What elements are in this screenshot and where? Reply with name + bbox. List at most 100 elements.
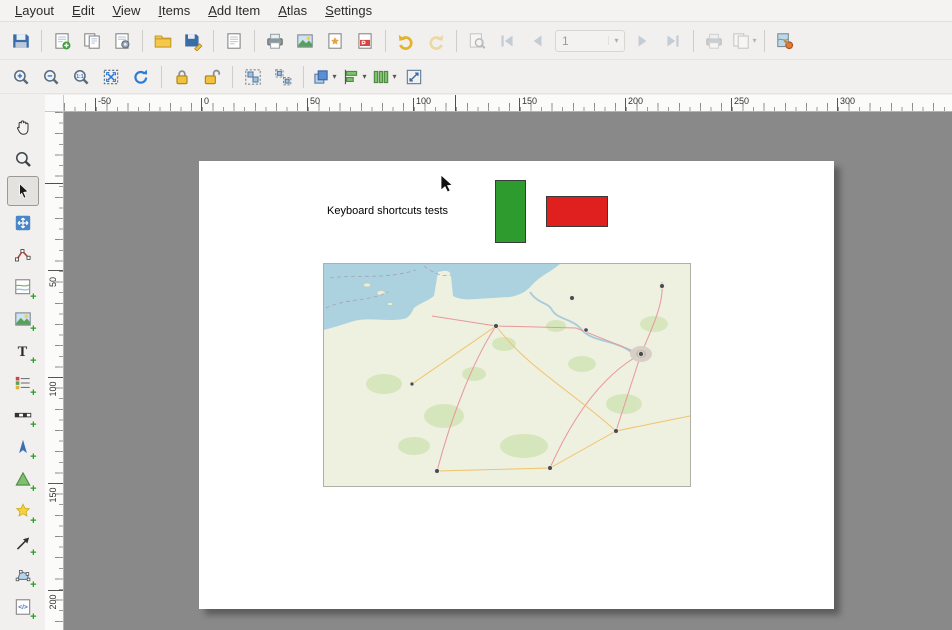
save-template-icon — [183, 31, 203, 51]
svg-text:T: T — [17, 344, 27, 360]
image-icon — [295, 31, 315, 51]
green-rectangle-item[interactable] — [495, 180, 526, 243]
folder-icon — [153, 31, 173, 51]
menu-items[interactable]: Items — [149, 1, 199, 20]
plus-badge-icon: + — [30, 580, 36, 590]
align-items-button[interactable]: ▾ — [339, 63, 369, 91]
separator — [456, 30, 457, 52]
atlas-last-button — [658, 27, 688, 55]
horizontal-ruler[interactable]: -50 0 50 100 150 200 250 300 — [64, 95, 952, 112]
add-label-button[interactable]: T+ — [7, 336, 39, 366]
add-map-button[interactable]: + — [7, 272, 39, 302]
unlock-all-button[interactable] — [197, 63, 227, 91]
ruler-label: 0 — [204, 96, 209, 106]
select-move-item-tool-button[interactable] — [7, 176, 39, 206]
label-item[interactable]: Keyboard shortcuts tests — [327, 205, 448, 217]
save-as-template-button[interactable] — [178, 27, 208, 55]
layout-page[interactable]: Keyboard shortcuts tests — [199, 161, 834, 609]
add-north-arrow-button[interactable]: + — [7, 432, 39, 462]
plus-badge-icon: + — [30, 420, 36, 430]
plus-badge-icon: + — [30, 484, 36, 494]
ruler-tick — [413, 98, 414, 111]
menu-settings[interactable]: Settings — [316, 1, 381, 20]
menu-edit[interactable]: Edit — [63, 1, 103, 20]
zoom-out-icon — [41, 67, 61, 87]
add-picture-button[interactable]: + — [7, 304, 39, 334]
menu-layout[interactable]: Layout — [6, 1, 63, 20]
add-html-button[interactable]: </>+ — [7, 592, 39, 622]
pan-tool-button[interactable] — [7, 112, 39, 142]
menu-atlas[interactable]: Atlas — [269, 1, 316, 20]
plus-badge-icon: + — [30, 516, 36, 526]
plus-badge-icon: + — [30, 324, 36, 334]
separator — [254, 30, 255, 52]
atlas-first-button — [492, 27, 522, 55]
menu-view[interactable]: View — [103, 1, 149, 20]
lock-items-button[interactable] — [167, 63, 197, 91]
separator — [161, 66, 162, 88]
raise-items-button[interactable]: ▾ — [309, 63, 339, 91]
menu-add-item[interactable]: Add Item — [199, 1, 269, 20]
edit-nodes-icon — [13, 245, 33, 265]
add-arrow-button[interactable]: + — [7, 528, 39, 558]
zoom-out-button[interactable] — [36, 63, 66, 91]
lock-icon — [172, 67, 192, 87]
group-items-button[interactable] — [238, 63, 268, 91]
move-item-content-tool-button[interactable] — [7, 208, 39, 238]
dropdown-caret-icon: ▾ — [362, 72, 366, 81]
export-svg-button[interactable] — [320, 27, 350, 55]
zoom-full-button[interactable] — [96, 63, 126, 91]
separator — [764, 30, 765, 52]
print-atlas-button — [699, 27, 729, 55]
first-feature-icon — [497, 31, 517, 51]
save-icon — [11, 31, 31, 51]
ruler-tick — [307, 98, 308, 111]
separator — [303, 66, 304, 88]
separator — [41, 30, 42, 52]
ungroup-items-button[interactable] — [268, 63, 298, 91]
vertical-ruler[interactable]: 50 100 150 200 — [45, 112, 64, 630]
ruler-label: -50 — [98, 96, 111, 106]
layout-canvas[interactable]: Keyboard shortcuts tests — [64, 112, 952, 630]
distribute-items-button[interactable]: ▾ — [369, 63, 399, 91]
export-image-button[interactable] — [290, 27, 320, 55]
zoom-tool-button[interactable] — [7, 144, 39, 174]
load-template-button[interactable] — [148, 27, 178, 55]
resize-items-button[interactable] — [399, 63, 429, 91]
add-pages-button[interactable] — [219, 27, 249, 55]
printer-icon — [265, 31, 285, 51]
edit-nodes-tool-button[interactable] — [7, 240, 39, 270]
add-node-item-button[interactable]: + — [7, 560, 39, 590]
toolbar-view: 1:1 ▾ ▾ ▾ — [0, 60, 952, 94]
ruler-label: 200 — [48, 589, 60, 615]
add-scalebar-button[interactable]: + — [7, 400, 39, 430]
zoom-in-button[interactable] — [6, 63, 36, 91]
map-item[interactable] — [323, 263, 691, 487]
redo-button — [421, 27, 451, 55]
move-content-icon — [13, 213, 33, 233]
svg-export-icon — [325, 31, 345, 51]
toolbar-main: ▾ ▾ — [0, 22, 952, 60]
ruler-tick — [837, 98, 838, 111]
add-marker-button[interactable]: + — [7, 496, 39, 526]
save-project-button[interactable] — [6, 27, 36, 55]
cursor-arrow-icon — [13, 181, 33, 201]
red-rectangle-item[interactable] — [546, 196, 608, 227]
refresh-button[interactable] — [126, 63, 156, 91]
print-button[interactable] — [260, 27, 290, 55]
add-shape-button[interactable]: + — [7, 464, 39, 494]
zoom-actual-button[interactable]: 1:1 — [66, 63, 96, 91]
ruler-tick — [625, 98, 626, 111]
export-pdf-button[interactable] — [350, 27, 380, 55]
undo-button[interactable] — [391, 27, 421, 55]
add-legend-button[interactable]: + — [7, 368, 39, 398]
hand-icon — [13, 117, 33, 137]
layout-manager-button[interactable] — [107, 27, 137, 55]
duplicate-layout-button[interactable] — [77, 27, 107, 55]
dropdown-caret-icon: ▾ — [752, 36, 756, 45]
atlas-settings-button[interactable] — [770, 27, 800, 55]
new-layout-button[interactable] — [47, 27, 77, 55]
add-pages-icon — [224, 31, 244, 51]
previous-feature-icon — [527, 31, 547, 51]
ruler-label: 100 — [48, 376, 60, 402]
